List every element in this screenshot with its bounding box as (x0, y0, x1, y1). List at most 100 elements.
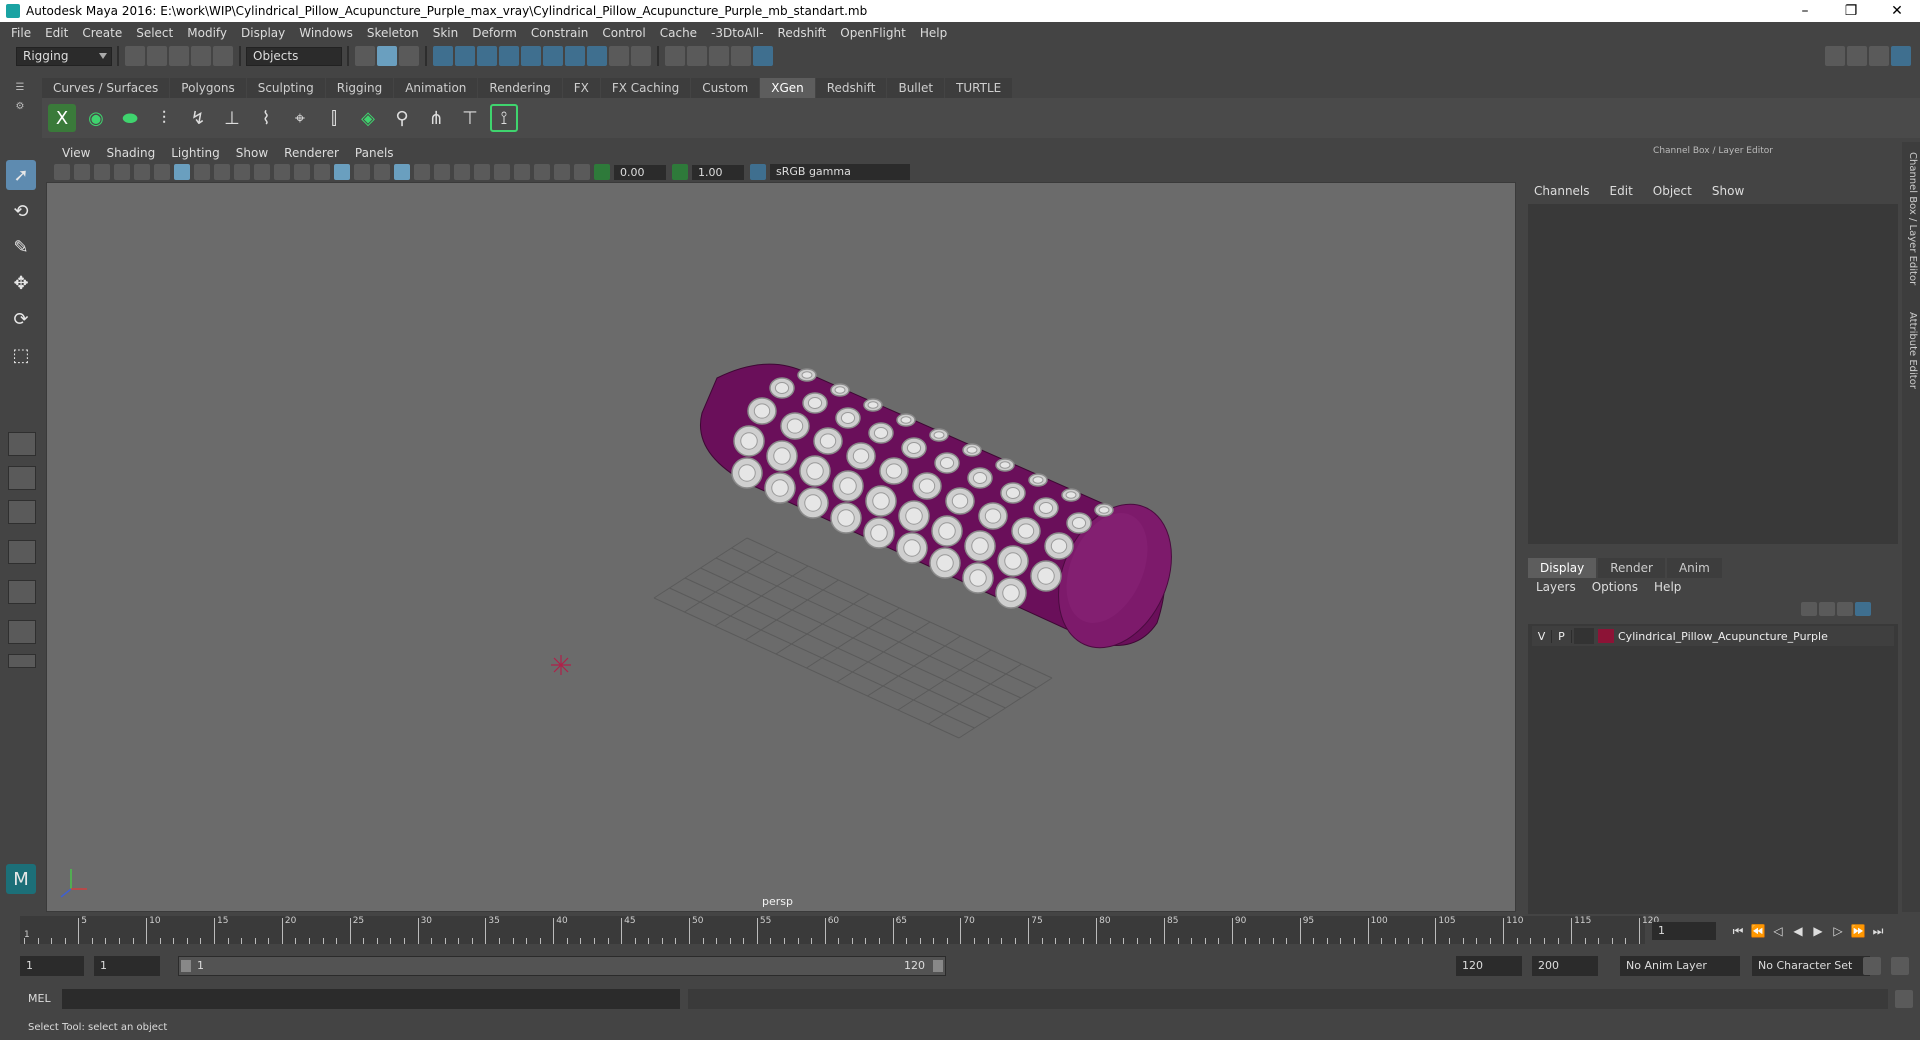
lock-icon[interactable] (609, 46, 629, 66)
layer-row[interactable]: V P Cylindrical_Pillow_Acupuncture_Purpl… (1532, 626, 1894, 646)
xgen-guide-length-icon[interactable]: ⊥ (218, 104, 246, 132)
xgen-cut-icon[interactable]: ⊤ (456, 104, 484, 132)
hypershade-icon[interactable] (753, 46, 773, 66)
depth-of-field-icon[interactable] (494, 164, 510, 180)
menu-modify[interactable]: Modify (180, 26, 234, 40)
scale-tool-icon[interactable]: ⬚ (6, 340, 36, 370)
single-perspective-layout-icon[interactable] (8, 432, 36, 456)
step-back-key-icon[interactable]: ⏪ (1748, 924, 1768, 939)
shelf-tab-rigging[interactable]: Rigging (325, 78, 394, 98)
shelf-tab-xgen[interactable]: XGen (760, 78, 815, 98)
ipr-render-icon[interactable] (709, 46, 729, 66)
step-forward-key-icon[interactable]: ⏩ (1848, 924, 1868, 939)
viewport-menu-shading[interactable]: Shading (98, 146, 163, 160)
script-editor-icon[interactable] (1895, 990, 1913, 1008)
attribute-editor-toggle-icon[interactable] (1869, 46, 1889, 66)
snap-curve-icon[interactable] (455, 46, 475, 66)
tab-display[interactable]: Display (1528, 558, 1597, 578)
film-gate-icon[interactable] (194, 164, 210, 180)
layer-menu-help[interactable]: Help (1646, 580, 1689, 594)
smooth-shade-icon[interactable] (334, 164, 350, 180)
menuset-dropdown[interactable]: Rigging (16, 46, 112, 66)
tab-anim[interactable]: Anim (1666, 558, 1722, 578)
move-layer-up-icon[interactable] (1801, 602, 1817, 616)
play-backward-icon[interactable]: ◀ (1788, 924, 1808, 939)
character-set-dropdown[interactable]: No Character Set (1752, 956, 1870, 976)
persp-outliner-layout-icon[interactable] (8, 500, 36, 524)
shelf-tab-polygons[interactable]: Polygons (170, 78, 246, 98)
grid-icon[interactable] (174, 164, 190, 180)
motion-blur-icon[interactable] (454, 164, 470, 180)
two-d-pan-zoom-icon[interactable] (134, 164, 150, 180)
select-by-component-icon[interactable] (399, 46, 419, 66)
render-view-icon[interactable] (665, 46, 685, 66)
exposure-field[interactable]: 0.00 (614, 164, 666, 180)
channel-box-menu-edit[interactable]: Edit (1600, 184, 1643, 198)
go-to-start-icon[interactable]: ⏮ (1728, 924, 1748, 939)
menu-create[interactable]: Create (75, 26, 129, 40)
time-ruler[interactable]: 5 10 15 20 25 30 35 40 45 50 55 60 65 70 75 80 85 90 95 100… (20, 916, 1659, 944)
pillow-model[interactable] (700, 363, 1193, 666)
menu-control[interactable]: Control (595, 26, 652, 40)
menu-help[interactable]: Help (913, 26, 954, 40)
color-space-dropdown[interactable]: sRGB gamma (770, 164, 910, 180)
shelf-tab-animation[interactable]: Animation (394, 78, 478, 98)
use-all-lights-icon[interactable] (394, 164, 410, 180)
range-start-handle[interactable] (181, 960, 191, 972)
viewport-menu-view[interactable]: View (54, 146, 98, 160)
viewport-menu-renderer[interactable]: Renderer (276, 146, 347, 160)
menu-deform[interactable]: Deform (465, 26, 524, 40)
field-chart-icon[interactable] (254, 164, 270, 180)
snap-surface-icon[interactable] (521, 46, 541, 66)
color-management-icon[interactable] (750, 164, 766, 180)
command-language-label[interactable]: MEL (28, 992, 51, 1005)
xgen-sculpt-guides-icon[interactable]: ⫿ (320, 104, 348, 132)
xgen-comb-icon[interactable]: ⚲ (388, 104, 416, 132)
safe-title-icon[interactable] (294, 164, 310, 180)
channel-box-area[interactable] (1528, 204, 1898, 544)
close-button[interactable]: ✕ (1874, 3, 1920, 19)
layer-menu-layers[interactable]: Layers (1528, 580, 1584, 594)
xgen-grooming-icon[interactable]: ⋔ (422, 104, 450, 132)
custom-layout-icon[interactable] (8, 654, 36, 668)
playback-end-field[interactable]: 120 (1456, 956, 1522, 976)
maximize-button[interactable]: ❐ (1828, 3, 1874, 19)
xray-joints-icon[interactable] (554, 164, 570, 180)
render-settings-icon[interactable] (731, 46, 751, 66)
input-connections-icon[interactable] (631, 46, 651, 66)
resolution-gate-icon[interactable] (214, 164, 230, 180)
layer-menu-options[interactable]: Options (1584, 580, 1646, 594)
scene-canvas[interactable] (47, 183, 1516, 912)
safe-action-icon[interactable] (274, 164, 290, 180)
workspace-icon[interactable] (1825, 46, 1845, 66)
new-layer-icon[interactable] (1837, 602, 1853, 616)
snap-live-icon[interactable] (543, 46, 563, 66)
undo-icon[interactable] (191, 46, 211, 66)
four-view-layout-icon[interactable] (8, 466, 36, 490)
animation-preferences-icon[interactable] (1891, 957, 1909, 975)
layer-color-swatch[interactable] (1598, 629, 1614, 643)
paint-select-tool-icon[interactable]: ✎ (6, 232, 36, 262)
menu-windows[interactable]: Windows (292, 26, 360, 40)
start-frame-field[interactable]: 1 (20, 956, 84, 976)
xgen-lock-guides-icon[interactable]: ⌖ (286, 104, 314, 132)
range-bar[interactable]: 1 120 (178, 956, 946, 976)
wireframe-icon[interactable] (314, 164, 330, 180)
viewport-menu-show[interactable]: Show (228, 146, 276, 160)
xgen-layer-icon[interactable]: ◈ (354, 104, 382, 132)
current-frame-field[interactable]: 1 (1652, 922, 1716, 940)
open-scene-icon[interactable] (147, 46, 167, 66)
menu-3dtoall[interactable]: -3DtoAll- (704, 26, 770, 40)
xgen-add-guides-icon[interactable]: ⫶ (150, 104, 178, 132)
shelf-tab-sculpting[interactable]: Sculpting (246, 78, 325, 98)
xgen-create-description-icon[interactable]: ⬬ (116, 104, 144, 132)
render-frame-icon[interactable] (687, 46, 707, 66)
lasso-tool-icon[interactable]: ⟲ (6, 196, 36, 226)
select-by-hierarchy-icon[interactable] (355, 46, 375, 66)
channel-box-menu-show[interactable]: Show (1702, 184, 1754, 198)
shelf-tab-bullet[interactable]: Bullet (887, 78, 945, 98)
shelf-settings-icon[interactable]: ⚙ (0, 101, 40, 112)
shelf-tab-turtle[interactable]: TURTLE (945, 78, 1013, 98)
new-layer-from-selection-icon[interactable] (1855, 602, 1871, 616)
shelf-tab-redshift[interactable]: Redshift (815, 78, 887, 98)
